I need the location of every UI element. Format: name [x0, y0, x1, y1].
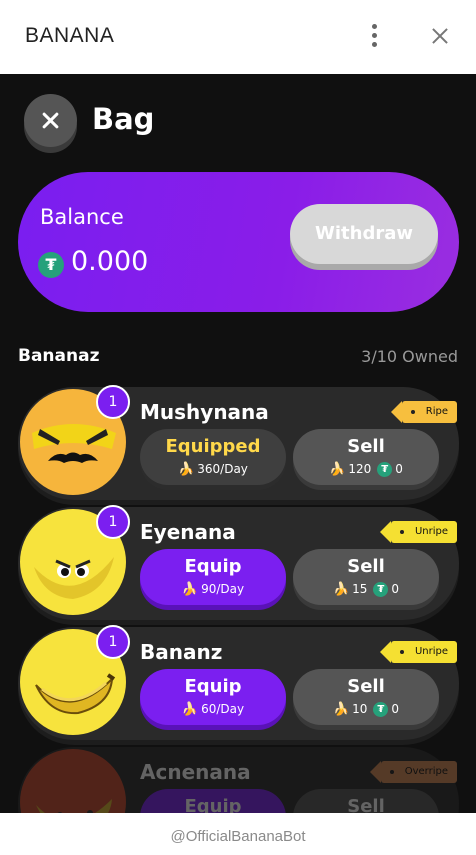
- item-name: Acnenana: [140, 760, 251, 784]
- ripeness-tag: Unripe: [379, 521, 457, 543]
- item-name: Eyenana: [140, 520, 236, 544]
- balance-card: Balance ₮ 0.000 Withdraw: [18, 172, 459, 312]
- sell-button[interactable]: Sell: [293, 789, 439, 813]
- equip-button-label: Equip: [184, 796, 242, 813]
- balance-value: 0.000: [71, 246, 149, 277]
- banana-icon: 🍌: [329, 462, 346, 477]
- sell-usdt-amount: 0: [395, 462, 403, 476]
- sell-usdt-amount: 0: [391, 702, 400, 716]
- banana-item-acnenana: Acnenana Overripe Equip Sell: [18, 747, 459, 813]
- acnenana-avatar: [20, 749, 126, 813]
- equip-button[interactable]: Equip: [140, 789, 286, 813]
- app-header: BANANA: [0, 0, 476, 74]
- ripeness-tag: Overripe: [369, 761, 457, 783]
- equip-button-label: Equipped: [165, 436, 261, 457]
- equip-button-label: Equip: [184, 676, 242, 697]
- page-title: Bag: [92, 102, 155, 136]
- yield-rate: 360/Day: [197, 462, 248, 476]
- banana-item-eyenana: 1 Eyenana Unripe Equip 🍌 90/Day Sell 🍌 15 ₮…: [18, 505, 459, 620]
- equipped-button[interactable]: Equipped 🍌 360/Day: [140, 429, 286, 485]
- yield-rate: 90/Day: [201, 582, 245, 596]
- sell-button-label: Sell: [347, 796, 385, 813]
- equip-button[interactable]: Equip 🍌 90/Day: [140, 549, 286, 605]
- banana-icon: 🍌: [332, 702, 350, 717]
- close-app-icon[interactable]: [428, 24, 452, 48]
- banana-icon: 🍌: [178, 462, 195, 477]
- balance-label: Balance: [40, 205, 124, 229]
- usdt-icon: ₮: [373, 702, 389, 717]
- sell-banana-amount: 10: [352, 702, 368, 716]
- sell-banana-amount: 15: [352, 582, 368, 596]
- bag-screen: Bag Balance ₮ 0.000 Withdraw Bananaz 3/1…: [0, 74, 476, 813]
- footer: @OfficialBananaBot: [0, 813, 476, 855]
- ripeness-tag: Unripe: [379, 641, 457, 663]
- withdraw-button[interactable]: Withdraw: [290, 204, 438, 264]
- banana-icon: 🍌: [181, 582, 199, 597]
- yield-rate: 60/Day: [201, 702, 245, 716]
- quantity-badge: 1: [96, 625, 130, 659]
- more-menu-icon[interactable]: [364, 24, 384, 48]
- usdt-icon: ₮: [373, 582, 389, 597]
- equip-button-label: Equip: [184, 556, 242, 577]
- quantity-badge: 1: [96, 505, 130, 539]
- sell-button[interactable]: Sell 🍌 15 ₮ 0: [293, 549, 439, 605]
- owned-count: 3/10 Owned: [361, 347, 458, 366]
- usdt-icon: ₮: [38, 252, 64, 278]
- banana-item-mushynana: 1 Mushynana Ripe Equipped 🍌 360/Day Sell …: [18, 385, 459, 500]
- usdt-icon: ₮: [377, 462, 393, 477]
- section-title: Bananaz: [18, 346, 100, 366]
- sell-banana-amount: 120: [348, 462, 372, 476]
- quantity-badge: 1: [96, 385, 130, 419]
- banana-item-bananz: 1 Bananz Unripe Equip 🍌 60/Day Sell 🍌 10 ₮ 0: [18, 625, 459, 740]
- banana-icon: 🍌: [332, 582, 350, 597]
- sell-button-label: Sell: [347, 676, 385, 697]
- item-name: Bananz: [140, 640, 223, 664]
- bot-handle: @OfficialBananaBot: [170, 828, 306, 845]
- sell-usdt-amount: 0: [391, 582, 400, 596]
- ripeness-tag: Ripe: [390, 401, 457, 423]
- app-title: BANANA: [25, 24, 115, 47]
- close-bag-button[interactable]: [24, 94, 77, 147]
- equip-button[interactable]: Equip 🍌 60/Day: [140, 669, 286, 725]
- sell-button-label: Sell: [347, 436, 385, 457]
- banana-icon: 🍌: [181, 702, 199, 717]
- item-name: Mushynana: [140, 400, 269, 424]
- sell-button-label: Sell: [347, 556, 385, 577]
- sell-button[interactable]: Sell 🍌 120 ₮ 0: [293, 429, 439, 485]
- sell-button[interactable]: Sell 🍌 10 ₮ 0: [293, 669, 439, 725]
